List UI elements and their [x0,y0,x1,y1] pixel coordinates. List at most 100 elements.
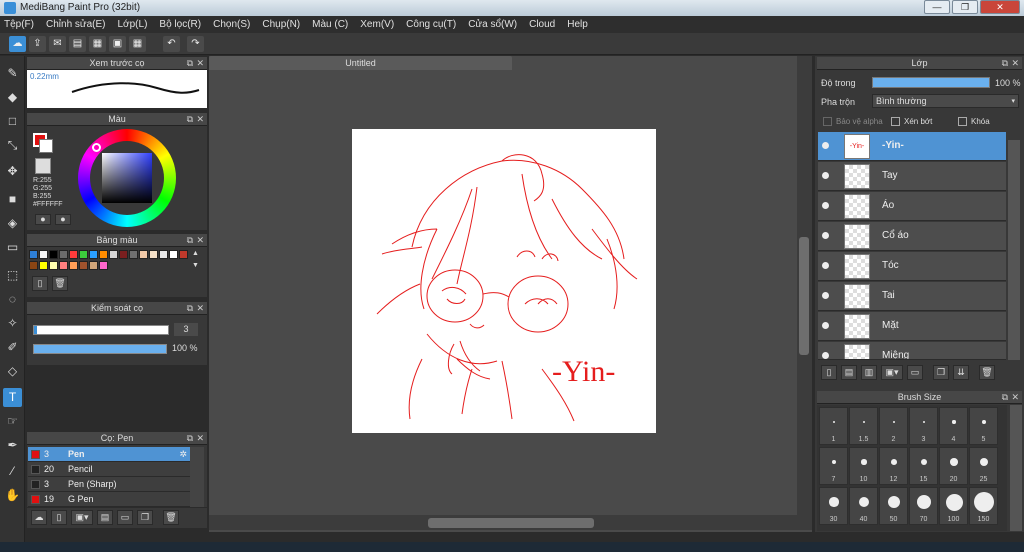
brush-settings-gear-icon[interactable]: ✲ [179,447,187,462]
undo-icon[interactable]: ↶ [163,36,180,52]
add-layer-dropdown-icon[interactable]: ▣▾ [881,365,903,380]
brush-size-option[interactable]: 100 [939,487,968,525]
layer-list-scrollbar[interactable] [1008,140,1020,360]
saturation-square[interactable] [102,153,152,203]
palette-swatch[interactable] [119,250,128,259]
eyedropper-icon[interactable]: ⁄ [3,462,22,481]
lock-checkbox[interactable] [958,117,967,126]
brush-size-option[interactable]: 12 [879,447,908,485]
brush-opacity-slider[interactable] [33,344,167,354]
brush-size-option[interactable]: 4 [939,407,968,445]
visibility-eye-icon[interactable] [822,322,829,329]
palette-swatch[interactable] [59,261,68,270]
document-tab[interactable]: Untitled [209,56,512,70]
palette-swatch[interactable] [79,261,88,270]
palette-swatch[interactable] [69,261,78,270]
brush-size-option[interactable]: 7 [819,447,848,485]
visibility-eye-icon[interactable] [822,352,829,359]
layer-item[interactable]: Mặt [818,312,1006,341]
eraser-tool-icon[interactable]: ◆ [3,88,22,107]
undock-icon[interactable]: ⧉ [187,234,193,247]
visibility-eye-icon[interactable] [822,172,829,179]
cloud-brush-icon[interactable]: ☁ [31,510,47,525]
hue-wheel[interactable] [78,129,176,227]
brush-size-option[interactable]: 3 [909,407,938,445]
brush-item[interactable]: 3 Pen (Sharp) [28,477,190,492]
brush-list-scrollbar[interactable] [190,447,204,507]
brush-tool-icon[interactable]: ✎ [3,64,22,83]
horizontal-scroll-thumb[interactable] [428,518,594,528]
visibility-eye-icon[interactable] [822,142,829,149]
brush-size-option[interactable]: 20 [939,447,968,485]
delete-palette-icon[interactable]: 🗑 [52,276,68,291]
palette-swatch[interactable] [129,250,138,259]
merge-down-icon[interactable]: ⇊ [953,365,969,380]
menu-window[interactable]: Cửa sổ(W) [468,19,517,30]
palette-swatch[interactable] [29,250,38,259]
palette-swatch[interactable] [99,250,108,259]
select-pen-icon[interactable]: ✐ [3,338,22,357]
redo-icon[interactable]: ↷ [187,36,204,52]
undock-icon[interactable]: ⧉ [187,432,193,445]
close-panel-icon[interactable]: ✕ [1011,57,1019,70]
operation-tool-icon[interactable]: ☞ [3,412,22,431]
brush-size-option[interactable]: 5 [969,407,998,445]
close-panel-icon[interactable]: ✕ [196,432,204,445]
menu-tools[interactable]: Công cụ(T) [406,19,456,30]
maximize-button[interactable]: ❐ [952,0,978,14]
brush-size-option[interactable]: 70 [909,487,938,525]
menu-cloud[interactable]: Cloud [529,19,555,30]
brush-item[interactable]: 19 G Pen [28,492,190,507]
gradient-tool-icon[interactable]: ▭ [3,238,22,257]
menu-edit[interactable]: Chỉnh sửa(E) [46,19,106,30]
drawing-canvas[interactable]: -Yin- [352,129,656,433]
minimize-button[interactable]: — [924,0,950,14]
brush-size-option[interactable]: 40 [849,487,878,525]
palette-swatch[interactable] [169,250,178,259]
visibility-eye-icon[interactable] [822,292,829,299]
layer-item[interactable]: Tóc [818,252,1006,281]
menu-file[interactable]: Tệp(F) [4,19,34,30]
undock-icon[interactable]: ⧉ [1002,57,1008,70]
close-panel-icon[interactable]: ✕ [196,57,204,70]
cloud-icon[interactable]: ☁ [9,36,26,52]
new-8bit-layer-icon[interactable]: ▥ [861,365,877,380]
add-brush-dropdown-icon[interactable]: ▣▾ [71,510,93,525]
protect-alpha-checkbox[interactable] [823,117,832,126]
transparent-color-swatch[interactable] [35,158,51,174]
new-halftone-layer-icon[interactable]: ▤ [841,365,857,380]
palette-swatch[interactable] [89,261,98,270]
palette-swatch[interactable] [109,250,118,259]
palette-swatch[interactable] [69,250,78,259]
palette-swatch[interactable] [49,261,58,270]
close-panel-icon[interactable]: ✕ [196,234,204,247]
brush-size-option[interactable]: 25 [969,447,998,485]
lasso-icon[interactable]: ◌ [3,290,22,309]
layer-item[interactable]: Tai [818,282,1006,311]
menu-color[interactable]: Màu (C) [312,19,348,30]
select-eraser-icon[interactable]: ◇ [3,362,22,381]
new-palette-icon[interactable]: ▯ [32,276,48,291]
palette-swatch[interactable] [39,250,48,259]
layer-item[interactable]: Tay [818,162,1006,191]
close-panel-icon[interactable]: ✕ [196,302,204,315]
upload-icon[interactable]: ⇪ [29,36,46,52]
layer-item[interactable]: Miệng [818,342,1006,360]
magic-wand-icon[interactable]: ✧ [3,314,22,333]
brush-size-slider[interactable] [33,325,169,335]
divide-tool-icon[interactable]: ✒ [3,436,22,455]
palette-swatch[interactable] [159,250,168,259]
blend-mode-select[interactable]: Bình thường ▾ [872,94,1019,108]
brush-size-option[interactable]: 1 [819,407,848,445]
menu-view[interactable]: Xem(V) [360,19,394,30]
menu-layer[interactable]: Lớp(L) [118,19,148,30]
color-option-button-2[interactable]: ● [55,214,71,225]
palette-swatch[interactable] [179,250,188,259]
chat-icon[interactable]: ▤ [69,36,86,52]
color-option-button[interactable]: ● [35,214,51,225]
secondary-color-swatch[interactable] [39,139,53,153]
brush-size-option[interactable]: 10 [849,447,878,485]
palette-swatch[interactable] [59,250,68,259]
palette-swatch[interactable] [39,261,48,270]
palette-swatch[interactable] [79,250,88,259]
